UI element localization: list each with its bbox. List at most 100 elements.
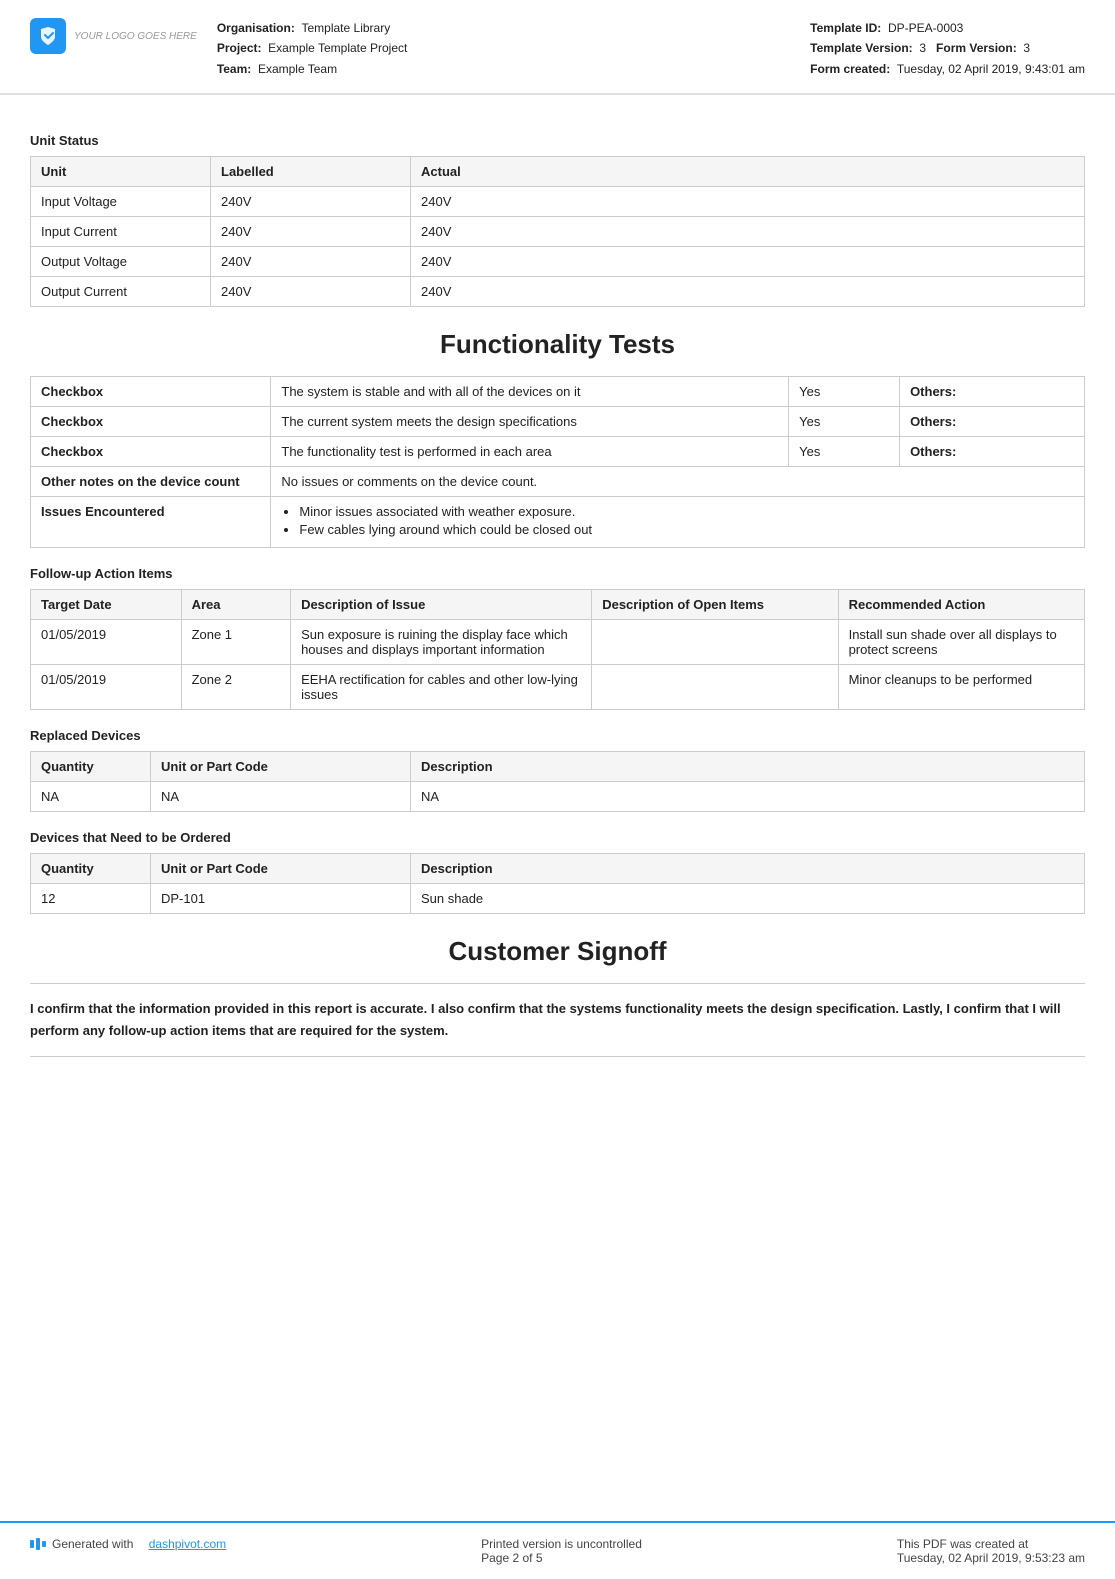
customer-signoff-heading: Customer Signoff [30, 936, 1085, 967]
logo-box: YOUR LOGO GOES HERE [30, 18, 197, 54]
devices-to-order-col-header: Quantity [31, 854, 151, 884]
template-version-label: Template Version: [810, 41, 912, 55]
table-row: Output Voltage240V240V [31, 247, 1085, 277]
table-row: Checkbox The current system meets the de… [31, 407, 1085, 437]
followup-title: Follow-up Action Items [30, 566, 1085, 581]
table-cell: Input Current [31, 217, 211, 247]
table-cell: Zone 1 [181, 620, 291, 665]
followup-col-header: Description of Issue [291, 590, 592, 620]
table-cell: Output Voltage [31, 247, 211, 277]
table-cell: 01/05/2019 [31, 665, 182, 710]
func-label: Checkbox [31, 437, 271, 467]
functionality-tests-heading: Functionality Tests [30, 329, 1085, 360]
org-line: Organisation: Template Library [217, 18, 790, 38]
table-cell: EEHA rectification for cables and other … [291, 665, 592, 710]
func-others: Others: [900, 377, 1085, 407]
table-cell: 240V [411, 187, 1085, 217]
replaced-devices-table: QuantityUnit or Part CodeDescription NAN… [30, 751, 1085, 812]
func-others: Others: [900, 437, 1085, 467]
func-others: Others: [900, 407, 1085, 437]
project-label: Project: [217, 41, 262, 55]
other-notes-value: No issues or comments on the device coun… [271, 467, 1085, 497]
devices-to-order-col-header: Description [411, 854, 1085, 884]
versions-line: Template Version: 3 Form Version: 3 [810, 38, 1085, 58]
followup-col-header: Description of Open Items [592, 590, 838, 620]
table-row: Issues Encountered Minor issues associat… [31, 497, 1085, 548]
table-cell: 240V [211, 187, 411, 217]
func-label: Checkbox [31, 407, 271, 437]
table-cell: 240V [211, 247, 411, 277]
dashpivot-icon [30, 1538, 46, 1550]
table-cell: NA [151, 782, 411, 812]
footer: Generated with dashpivot.com Printed ver… [0, 1521, 1115, 1579]
table-cell [592, 665, 838, 710]
generated-text: Generated with [52, 1537, 133, 1551]
header-meta: Organisation: Template Library Project: … [217, 18, 790, 79]
table-cell: Install sun shade over all displays to p… [838, 620, 1084, 665]
table-row: Other notes on the device count No issue… [31, 467, 1085, 497]
followup-col-header: Area [181, 590, 291, 620]
unit-status-col-unit: Unit [31, 157, 211, 187]
team-value: Example Team [258, 62, 337, 76]
issues-label: Issues Encountered [31, 497, 271, 548]
table-cell: NA [31, 782, 151, 812]
dashpivot-link[interactable]: dashpivot.com [149, 1537, 226, 1551]
table-cell: Minor cleanups to be performed [838, 665, 1084, 710]
org-value: Template Library [302, 21, 391, 35]
uncontrolled-text: Printed version is uncontrolled [481, 1537, 642, 1551]
logo-text: YOUR LOGO GOES HERE [74, 31, 197, 42]
func-label: Checkbox [31, 377, 271, 407]
table-cell: DP-101 [151, 884, 411, 914]
followup-table: Target DateAreaDescription of IssueDescr… [30, 589, 1085, 710]
unit-status-col-labelled: Labelled [211, 157, 411, 187]
template-id-label: Template ID: [810, 21, 881, 35]
replaced-devices-col-header: Description [411, 752, 1085, 782]
table-cell: 240V [411, 247, 1085, 277]
unit-status-title: Unit Status [30, 133, 1085, 148]
signoff-section: I confirm that the information provided … [30, 983, 1085, 1057]
issues-content: Minor issues associated with weather exp… [271, 497, 1085, 548]
pdf-created-label: This PDF was created at [897, 1537, 1085, 1551]
issue-item: Minor issues associated with weather exp… [299, 504, 1074, 519]
unit-status-table: Unit Labelled Actual Input Voltage240V24… [30, 156, 1085, 307]
replaced-devices-title: Replaced Devices [30, 728, 1085, 743]
devices-to-order-title: Devices that Need to be Ordered [30, 830, 1085, 845]
func-value: Yes [789, 407, 900, 437]
table-row: Input Current240V240V [31, 217, 1085, 247]
table-row: 01/05/2019Zone 2EEHA rectification for c… [31, 665, 1085, 710]
table-cell: Zone 2 [181, 665, 291, 710]
team-label: Team: [217, 62, 251, 76]
table-cell: 240V [211, 277, 411, 307]
replaced-devices-col-header: Quantity [31, 752, 151, 782]
table-row: Checkbox The system is stable and with a… [31, 377, 1085, 407]
table-cell: Sun shade [411, 884, 1085, 914]
followup-col-header: Recommended Action [838, 590, 1084, 620]
logo-icon [30, 18, 66, 54]
func-description: The current system meets the design spec… [271, 407, 789, 437]
page-text: Page 2 of 5 [481, 1551, 642, 1565]
table-cell: 12 [31, 884, 151, 914]
devices-to-order-col-header: Unit or Part Code [151, 854, 411, 884]
form-version-value: 3 [1023, 41, 1030, 55]
table-row: Output Current240V240V [31, 277, 1085, 307]
form-created-value: Tuesday, 02 April 2019, 9:43:01 am [897, 62, 1085, 76]
issue-item: Few cables lying around which could be c… [299, 522, 1074, 537]
table-cell: Input Voltage [31, 187, 211, 217]
table-row: Input Voltage240V240V [31, 187, 1085, 217]
form-created-label: Form created: [810, 62, 890, 76]
form-version-label: Form Version: [936, 41, 1017, 55]
footer-center: Printed version is uncontrolled Page 2 o… [481, 1537, 642, 1565]
other-notes-label: Other notes on the device count [31, 467, 271, 497]
table-row: 01/05/2019Zone 1Sun exposure is ruining … [31, 620, 1085, 665]
project-value: Example Template Project [268, 41, 407, 55]
func-description: The system is stable and with all of the… [271, 377, 789, 407]
project-line: Project: Example Template Project [217, 38, 790, 58]
template-version-value: 3 [919, 41, 926, 55]
devices-to-order-table: QuantityUnit or Part CodeDescription 12D… [30, 853, 1085, 914]
form-created-line: Form created: Tuesday, 02 April 2019, 9:… [810, 59, 1085, 79]
table-cell: Output Current [31, 277, 211, 307]
page: YOUR LOGO GOES HERE Organisation: Templa… [0, 0, 1115, 1579]
table-cell: 240V [411, 277, 1085, 307]
table-cell: NA [411, 782, 1085, 812]
template-id-line: Template ID: DP-PEA-0003 [810, 18, 1085, 38]
